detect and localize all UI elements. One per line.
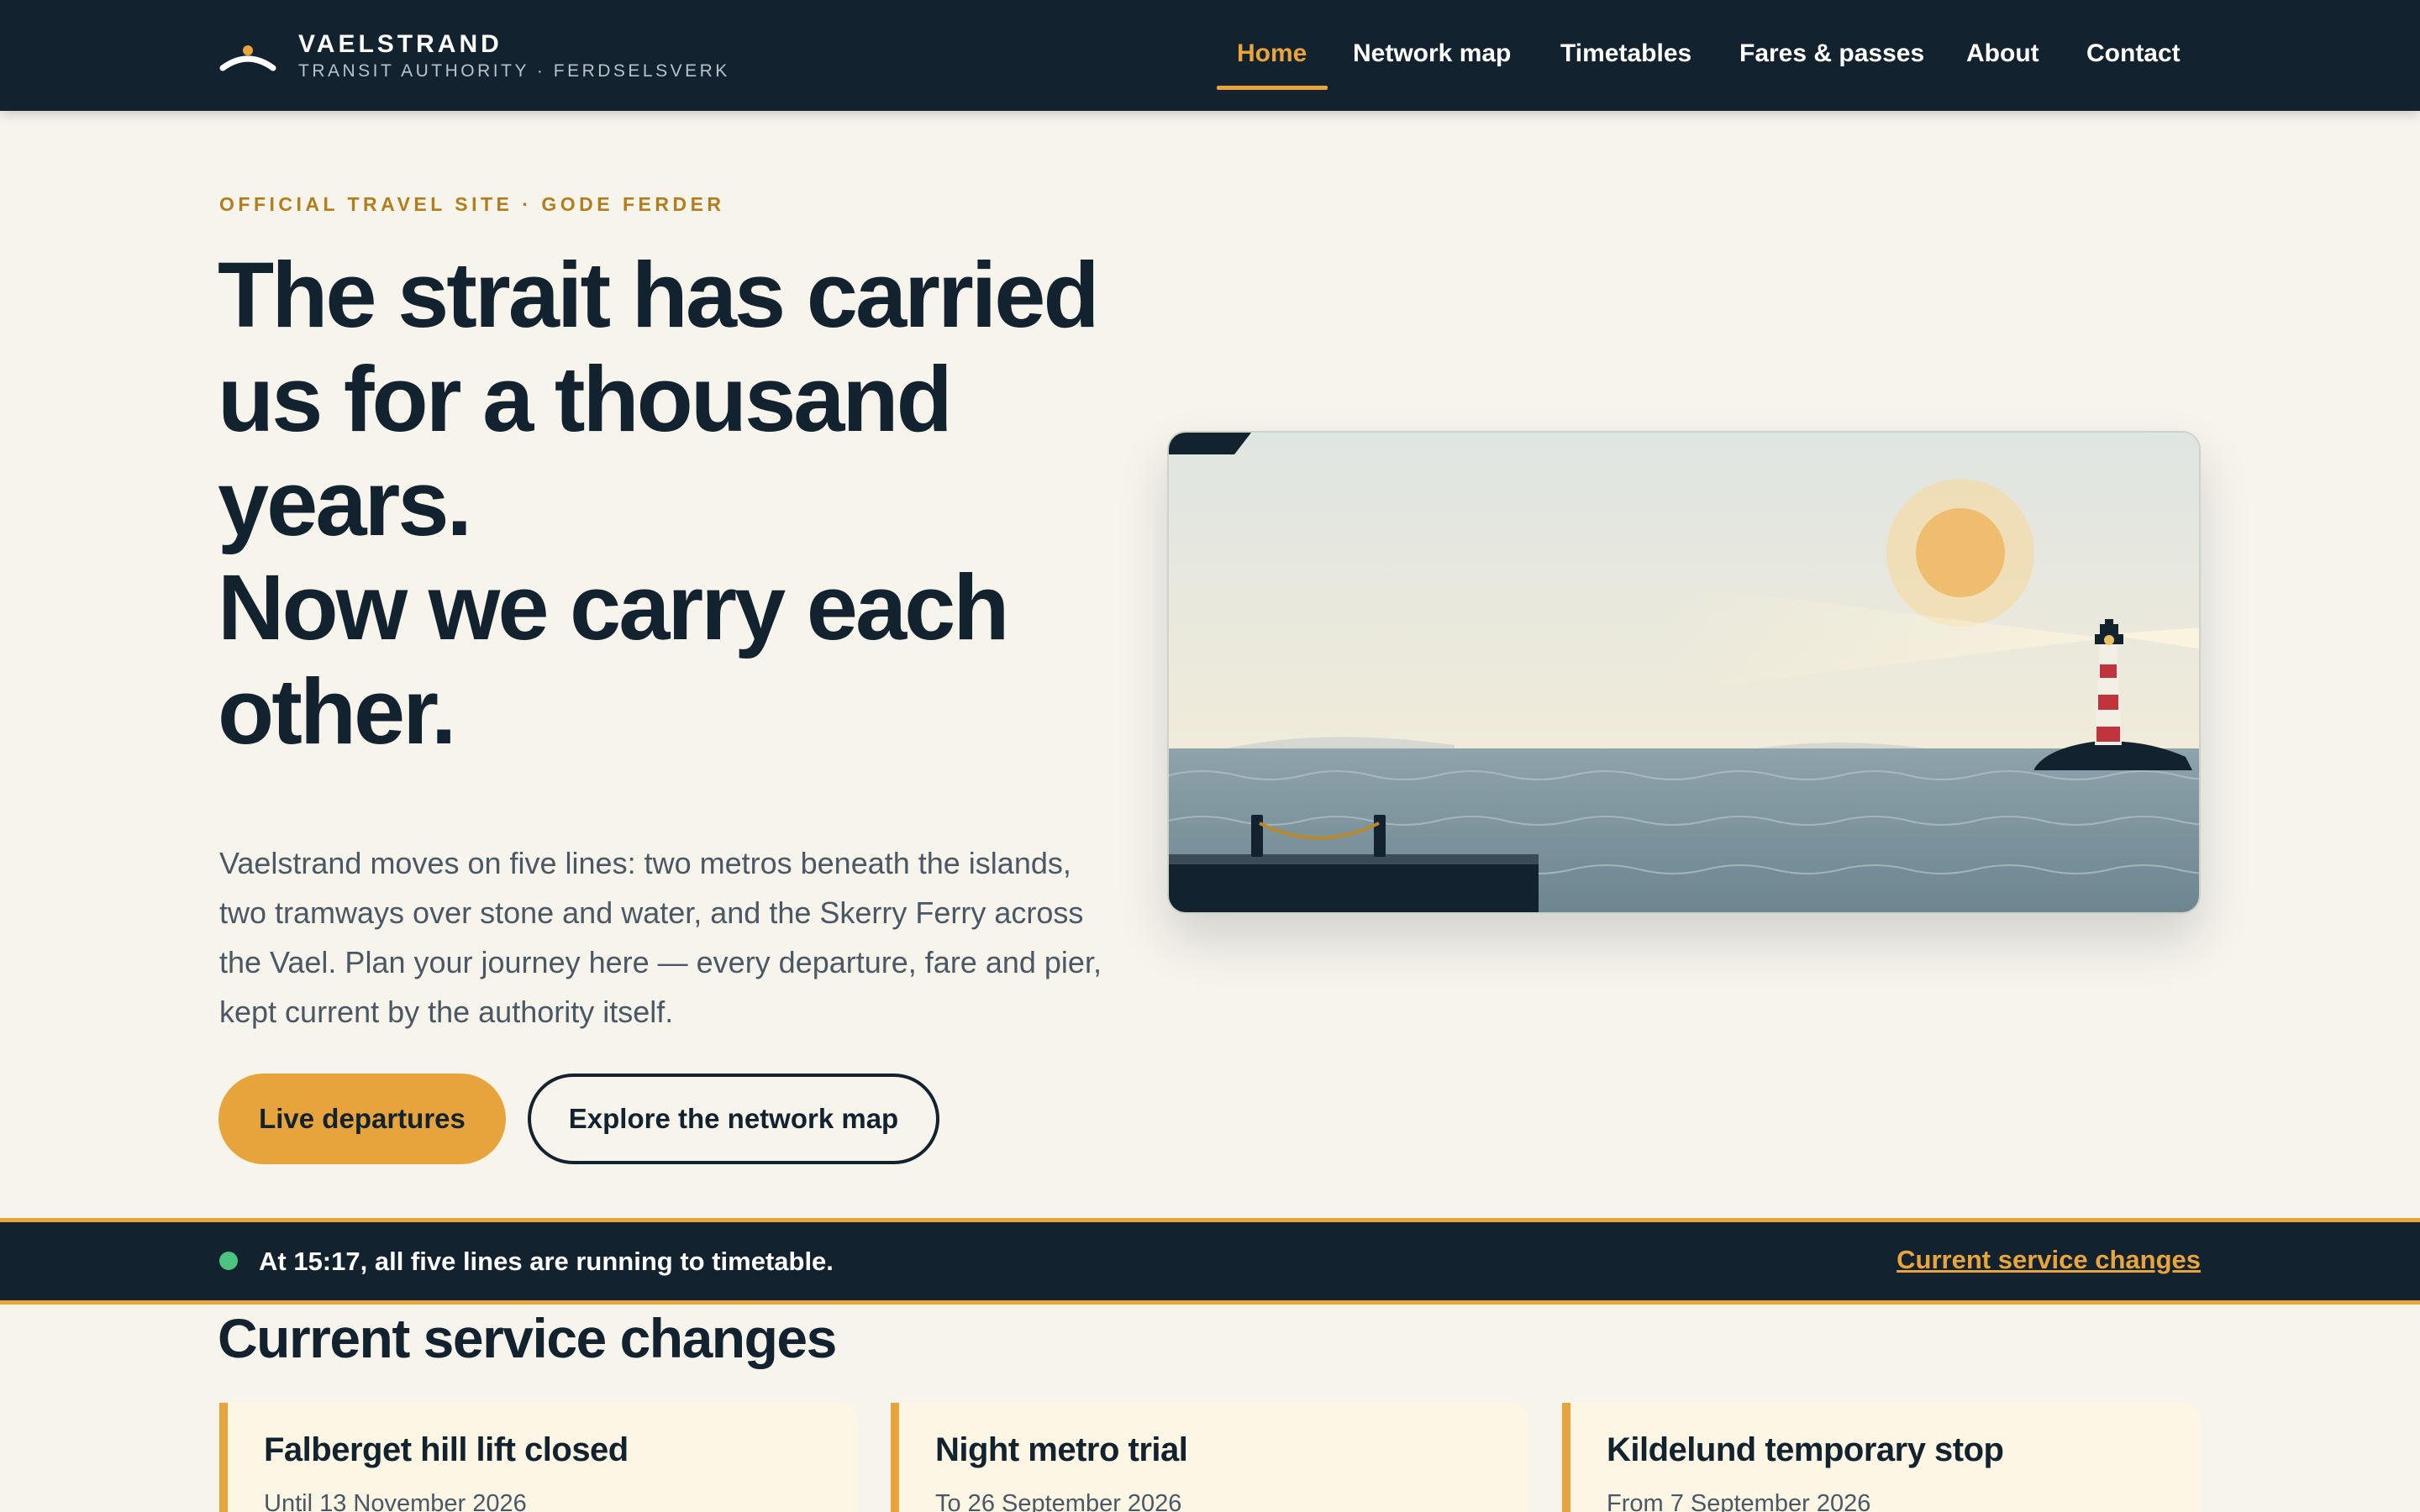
card-title: Falberget hill lift closed [264, 1431, 629, 1468]
brand-subtitle: TRANSIT AUTHORITY · FERDSELSVERK [298, 61, 730, 81]
illustration-svg [1169, 433, 2199, 912]
hero-eyebrow: OFFICIAL TRAVEL SITE · GODE FERDER [219, 193, 725, 215]
main-nav: Home Network map Timetables Fares & pass… [1160, 0, 2420, 111]
status-ok-indicator [219, 1252, 238, 1270]
status-message: At 15:17, all five lines are running to … [259, 1247, 834, 1276]
strait-lighthouse-illustration [1167, 431, 2201, 914]
hero-description: Vaelstrand moves on five lines: two metr… [219, 846, 1102, 1029]
service-change-card[interactable]: Kildelund temporary stop From 7 Septembe… [1562, 1403, 2201, 1512]
site-header: VAELSTRAND TRANSIT AUTHORITY · FERDSELSV… [0, 0, 2420, 111]
hero-title-line: other. [218, 660, 457, 764]
nav-about[interactable]: About [1966, 37, 2039, 71]
card-date: From 7 September 2026 [1607, 1490, 1871, 1512]
nav-home[interactable]: Home [1237, 37, 1307, 71]
nav-fares-passes[interactable]: Fares & passes [1739, 37, 1924, 71]
pier [1169, 864, 1539, 912]
brand-text: VAELSTRAND TRANSIT AUTHORITY · FERDSELSV… [298, 30, 730, 82]
service-change-card[interactable]: Falberget hill lift closed Until 13 Nove… [219, 1403, 858, 1512]
hero-title: The strait has carried us for a thousand… [218, 244, 1159, 764]
hero-title-line: years. [218, 452, 472, 555]
card-date: To 26 September 2026 [935, 1490, 1182, 1512]
brand-home-link[interactable]: VAELSTRAND TRANSIT AUTHORITY · FERDSELSV… [219, 30, 730, 82]
nav-network-map[interactable]: Network map [1353, 37, 1511, 71]
pier-deck [1169, 854, 1539, 866]
service-change-card[interactable]: Night metro trial To 26 September 2026 [891, 1403, 1529, 1512]
card-title: Kildelund temporary stop [1607, 1431, 2004, 1468]
hero-title-line: us for a thousand [218, 348, 953, 451]
sun [1916, 508, 2005, 597]
hero-title-line: Now we carry each [218, 556, 1009, 659]
service-changes-link[interactable]: Current service changes [1897, 1243, 2201, 1277]
live-departures-button[interactable]: Live departures [218, 1074, 506, 1164]
service-status-bar: At 15:17, all five lines are running to … [0, 1218, 2420, 1305]
service-changes-title: Current service changes [218, 1307, 837, 1369]
brand-name: VAELSTRAND [298, 30, 502, 58]
sunrise-arc-icon [219, 45, 276, 71]
card-date: Until 13 November 2026 [264, 1490, 527, 1512]
nav-contact[interactable]: Contact [2086, 37, 2181, 71]
nav-timetables[interactable]: Timetables [1560, 37, 1691, 71]
hero-title-line: The strait has carried [218, 244, 1100, 347]
nav-active-indicator [1217, 86, 1328, 90]
network-map-button[interactable]: Explore the network map [528, 1074, 939, 1164]
card-title: Night metro trial [935, 1431, 1188, 1468]
